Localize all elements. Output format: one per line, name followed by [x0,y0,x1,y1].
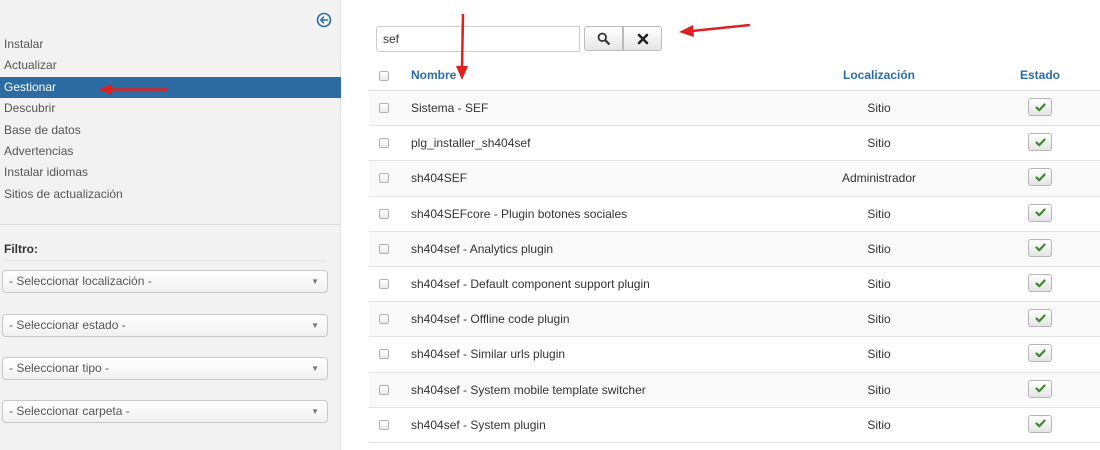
extension-name: plg_installer_sh404sef [411,136,531,151]
search-icon [597,32,610,45]
row-checkbox[interactable] [379,314,389,325]
row-checkbox[interactable] [379,243,389,254]
table-row[interactable]: sh404sef - Analytics plugin Sitio [369,231,1100,267]
sidebar: Instalar Actualizar Gestionar Descubrir … [0,0,341,450]
sidebar-item-instalar[interactable]: Instalar [0,34,341,55]
table-row[interactable]: sh404sef - Offline code plugin Sitio [369,302,1100,338]
extension-location: Administrador [841,171,917,186]
chevron-down-icon: ▼ [311,277,319,286]
select-carpeta[interactable]: - Seleccionar carpeta - ▼ [2,400,328,423]
check-icon [1034,279,1046,287]
select-estado[interactable]: - Seleccionar estado - ▼ [2,314,328,337]
check-icon [1034,314,1046,322]
extension-name: Sistema - SEF [411,101,489,115]
row-checkbox[interactable] [379,208,389,219]
table-row[interactable]: sh404sef - System plugin Sitio [369,408,1100,443]
column-header-name[interactable]: Nombre [411,68,456,82]
row-checkbox[interactable] [379,138,389,149]
state-toggle-button[interactable] [1028,309,1052,328]
table-header: Nombre Localización Estado [369,60,1100,91]
select-tipo[interactable]: - Seleccionar tipo - ▼ [2,357,328,380]
row-checkbox[interactable] [379,103,389,113]
extension-location: Sitio [867,382,891,397]
extension-name: sh404sef - Default component support plu… [411,277,650,291]
column-header-location[interactable]: Localización [799,68,959,82]
select-label: - Seleccionar estado - [9,318,126,332]
row-checkbox[interactable] [379,173,389,184]
search-input[interactable] [376,26,580,52]
sidebar-item-base-de-datos[interactable]: Base de datos [0,120,341,141]
chevron-down-icon: ▼ [311,364,319,373]
check-icon [1034,208,1046,217]
row-checkbox[interactable] [379,349,389,360]
extension-name: sh404SEFcore - Plugin botones sociales [411,206,628,221]
table-row[interactable]: sh404SEFcore - Plugin botones sociales Si… [369,197,1100,232]
annotation-arrow [98,84,168,95]
annotation-arrow [679,23,751,37]
state-toggle-button[interactable] [1028,344,1052,363]
extension-name: sh404SEF [411,171,468,186]
chevron-down-icon: ▼ [311,321,319,330]
sidebar-item-descubrir[interactable]: Descubrir [0,98,341,119]
state-toggle-button[interactable] [1028,274,1052,292]
sidebar-menu: Instalar Actualizar Gestionar Descubrir … [0,34,341,205]
state-toggle-button[interactable] [1028,238,1052,257]
extension-location: Sitio [867,206,891,221]
state-toggle-button[interactable] [1028,168,1052,187]
select-label: - Seleccionar tipo - [9,361,110,375]
state-toggle-button[interactable] [1028,98,1052,116]
extension-location: Sitio [867,277,891,291]
extension-name: sh404sef - System mobile template switch… [411,382,646,397]
extension-name: sh404sef - Similar urls plugin [411,347,566,362]
row-checkbox[interactable] [379,419,389,430]
check-icon [1034,349,1046,358]
clear-button[interactable] [623,26,662,51]
extension-location: Sitio [867,312,891,327]
table-row[interactable]: sh404sef - System mobile template switch… [369,372,1100,408]
check-icon [1034,103,1046,111]
check-icon [1034,384,1046,393]
row-checkbox[interactable] [379,279,389,289]
extension-location: Sitio [867,347,891,362]
state-toggle-button[interactable] [1028,203,1052,222]
extension-location: Sitio [867,136,891,151]
state-toggle-button[interactable] [1028,133,1052,152]
search-button[interactable] [584,26,623,51]
extension-name: sh404sef - System plugin [411,417,546,432]
state-toggle-button[interactable] [1028,414,1052,433]
sidebar-item-actualizar[interactable]: Actualizar [0,55,341,76]
divider [4,260,326,261]
chevron-down-icon: ▼ [311,407,319,416]
extension-name: sh404sef - Analytics plugin [411,241,554,256]
column-header-state[interactable]: Estado [1009,68,1071,82]
check-icon [1034,419,1046,428]
check-icon [1034,138,1046,146]
select-label: - Seleccionar carpeta - [9,404,130,418]
sidebar-item-instalar-idiomas[interactable]: Instalar idiomas [0,162,341,183]
check-icon [1034,173,1046,182]
table-row[interactable]: sh404SEF Administrador [369,161,1100,197]
annotation-arrow [456,13,468,80]
divider [0,224,341,225]
extension-location: Sitio [867,417,891,432]
sidebar-item-advertencias[interactable]: Advertencias [0,141,341,162]
table-row[interactable]: plg_installer_sh404sef Sitio [369,126,1100,162]
select-label: - Seleccionar localización - [9,274,152,288]
extension-location: Sitio [867,241,891,256]
close-icon [637,33,648,44]
row-checkbox[interactable] [379,384,389,395]
collapse-sidebar-icon[interactable] [316,12,332,28]
table-row[interactable]: Sistema - SEF Sitio [369,91,1100,127]
select-localizacion[interactable]: - Seleccionar localización - ▼ [2,270,328,293]
table-row[interactable]: sh404sef - Similar urls plugin Sitio [369,337,1100,373]
extension-name: sh404sef - Offline code plugin [411,312,570,327]
table-row[interactable]: sh404sef - Default component support plu… [369,267,1100,303]
sidebar-item-sitios-actualizacion[interactable]: Sitios de actualización [0,184,341,205]
check-icon [1034,243,1046,252]
page: Instalar Actualizar Gestionar Descubrir … [0,0,1100,450]
filter-title: Filtro: [4,242,38,256]
select-all-checkbox[interactable] [379,71,389,81]
extension-location: Sitio [867,101,891,115]
state-toggle-button[interactable] [1028,379,1052,398]
